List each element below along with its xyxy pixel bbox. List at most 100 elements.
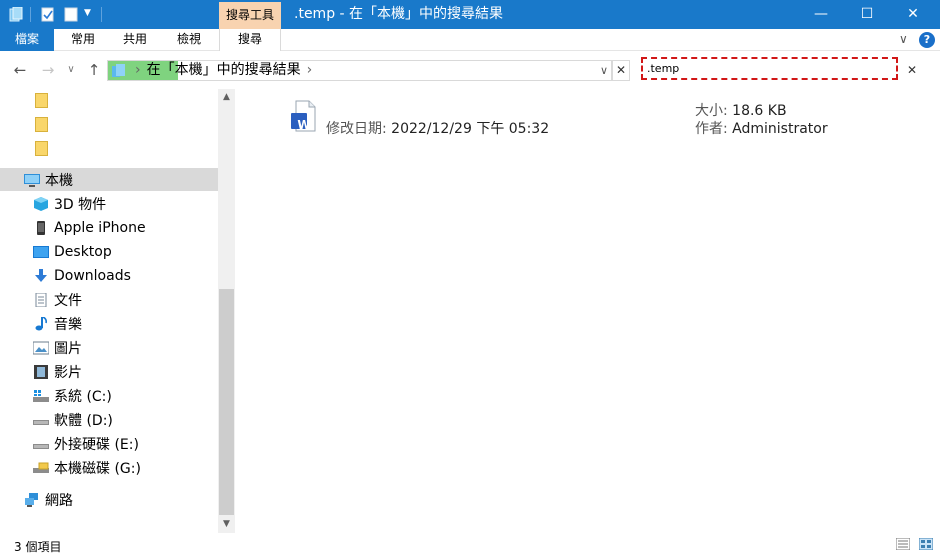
sidebar-item-documents[interactable]: 文件 [0,288,218,311]
sidebar-item-3d-objects[interactable]: 3D 物件 [0,192,218,215]
large-icons-view-icon[interactable] [919,538,933,550]
sidebar-item-music[interactable]: 音樂 [0,312,218,335]
folder-icon[interactable] [35,93,48,108]
toolbar-divider [101,7,102,22]
sidebar-item-label: 音樂 [54,316,82,333]
local-disk-icon [33,462,49,473]
sidebar-item-network[interactable]: 網路 [0,488,218,511]
recent-locations-button[interactable]: ∨ [64,60,78,80]
sidebar-item-apple-iphone[interactable]: Apple iPhone [0,216,218,239]
sidebar-item-label: 影片 [54,364,82,381]
up-button[interactable]: ↑ [84,60,104,80]
maximize-button[interactable]: ☐ [844,0,890,29]
sidebar-item-label: 軟體 (D:) [54,412,113,429]
sidebar-item-downloads[interactable]: Downloads [0,264,218,287]
file-author: 作者: Administrator [695,118,828,138]
help-icon[interactable]: ? [919,32,935,48]
clear-search-button[interactable]: ✕ [903,60,921,80]
minimize-button[interactable]: — [798,0,844,29]
address-bar[interactable]: › 在「本機」中的搜尋結果 › ∨ [107,60,612,81]
details-view-icon[interactable] [896,538,910,550]
results-pane: W 修改日期: 2022/12/29 下午 05:32 大小: 18.6 KB … [235,89,940,533]
word-letter: W [297,118,311,132]
sidebar-item-label: 圖片 [54,340,82,357]
window-title: .temp - 在「本機」中的搜尋結果 [294,6,504,22]
address-row: ← → ∨ ↑ › 在「本機」中的搜尋結果 › ∨ ✕ ✕ [0,51,940,89]
scroll-up-icon[interactable]: ▲ [218,89,235,106]
search-input[interactable] [643,59,873,77]
search-box[interactable] [641,57,898,80]
sidebar-item-drive-d[interactable]: 軟體 (D:) [0,408,218,431]
sidebar-item-label: 系統 (C:) [54,388,112,405]
title-bar: ▼ 搜尋工具 .temp - 在「本機」中的搜尋結果 — ☐ ✕ [0,0,940,29]
address-dropdown-icon[interactable]: ∨ [600,61,608,80]
back-button[interactable]: ← [10,60,30,80]
desktop-icon [33,245,49,258]
tab-file[interactable]: 檔案 [0,29,54,51]
sidebar-item-label: 本機 [45,172,73,189]
modified-date: 修改日期: 2022/12/29 下午 05:32 [326,118,549,138]
sidebar-item-label: 網路 [45,492,73,509]
stop-search-button[interactable]: ✕ [612,60,630,81]
breadcrumb-separator[interactable]: › [307,61,313,80]
modified-value: 2022/12/29 下午 05:32 [391,121,550,137]
close-button[interactable]: ✕ [890,0,936,29]
picture-icon [33,341,49,354]
search-results-icon [112,63,125,77]
navigation-pane: 本機 3D 物件 Apple iPhone Desktop Downloads … [0,89,218,533]
sidebar-item-drive-g[interactable]: 本機磁碟 (G:) [0,456,218,479]
sidebar-item-pictures[interactable]: 圖片 [0,336,218,359]
sidebar-item-label: 文件 [54,292,82,309]
item-count: 3 個項目 [14,540,62,554]
music-icon [35,316,47,330]
sidebar-item-desktop[interactable]: Desktop [0,240,218,263]
search-tools-context-tab: 搜尋工具 [219,2,281,29]
ribbon-tabs: 檔案 常用 共用 檢視 搜尋 ∨ ? [0,29,940,52]
computer-icon [24,173,40,187]
explorer-app-icon [9,7,23,22]
phone-icon [37,220,45,235]
breadcrumb-item[interactable]: 在「本機」中的搜尋結果 [147,61,301,80]
scroll-thumb[interactable] [219,289,234,515]
sidebar-item-label: Desktop [54,243,112,260]
tab-search[interactable]: 搜尋 [219,29,281,52]
document-icon [35,292,47,307]
navigation-scrollbar[interactable]: ▲ ▼ [218,89,235,533]
system-drive-icon [33,389,49,402]
expand-ribbon-icon[interactable]: ∨ [899,32,908,46]
sidebar-item-label: 外接硬碟 (E:) [54,436,139,453]
size-value: 18.6 KB [732,103,787,119]
folder-icon[interactable] [35,141,48,156]
size-label: 大小: [695,103,728,119]
scroll-down-icon[interactable]: ▼ [218,516,235,533]
tab-home[interactable]: 常用 [58,29,108,51]
network-icon [25,492,38,507]
sidebar-item-label: Downloads [54,267,131,284]
new-folder-icon[interactable] [64,7,78,22]
sidebar-item-drive-c[interactable]: 系統 (C:) [0,384,218,407]
customize-toolbar-icon[interactable]: ▼ [84,8,91,18]
drive-icon [33,419,49,425]
download-icon [35,268,47,282]
3d-objects-icon [34,196,48,211]
properties-icon[interactable] [41,7,55,22]
forward-button[interactable]: → [38,60,58,80]
sidebar-item-label: Apple iPhone [54,219,146,236]
sidebar-item-label: 本機磁碟 (G:) [54,460,141,477]
status-bar: 3 個項目 [0,533,940,557]
sidebar-item-videos[interactable]: 影片 [0,360,218,383]
file-size: 大小: 18.6 KB [695,100,787,120]
folder-icon[interactable] [35,117,48,132]
author-value: Administrator [732,121,828,137]
author-label: 作者: [695,121,728,137]
tab-share[interactable]: 共用 [110,29,160,51]
sidebar-item-this-pc[interactable]: 本機 [0,168,218,191]
video-icon [34,364,48,379]
tab-view[interactable]: 檢視 [164,29,214,51]
sidebar-item-drive-e[interactable]: 外接硬碟 (E:) [0,432,218,455]
external-drive-icon [33,443,49,449]
sidebar-item-label: 3D 物件 [54,196,107,213]
modified-label: 修改日期: [326,121,387,137]
toolbar-divider [30,7,31,22]
breadcrumb-separator: › [135,62,141,78]
